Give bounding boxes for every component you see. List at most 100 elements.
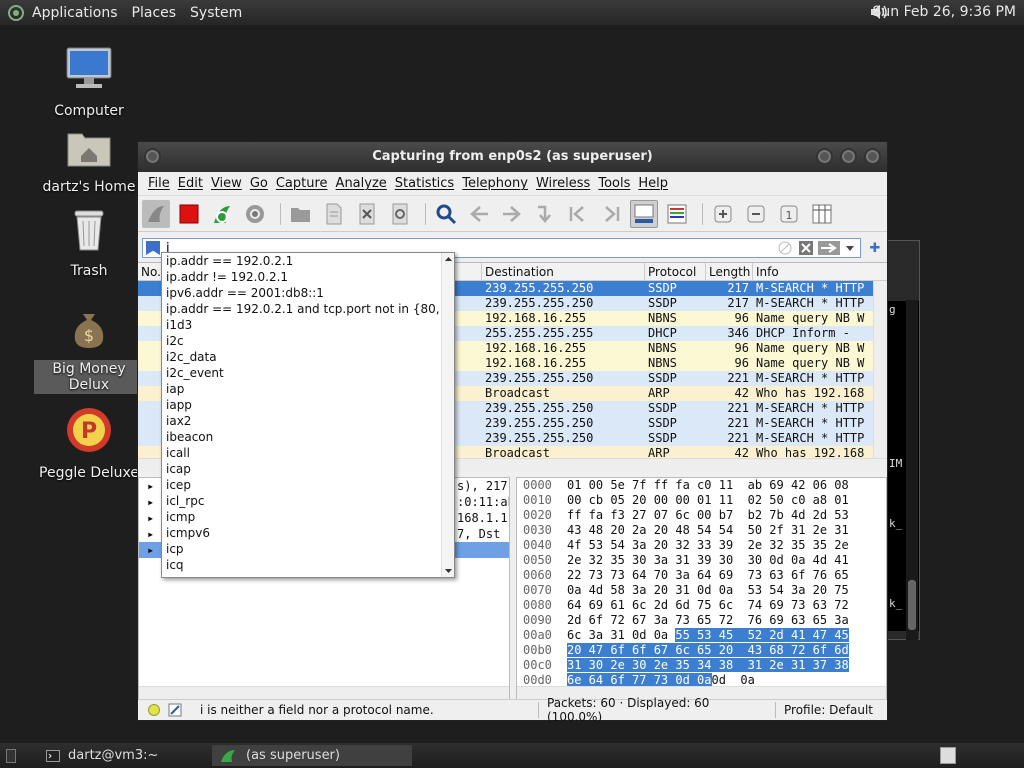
autocomplete-item[interactable]: i2c xyxy=(162,333,454,349)
column-header-no[interactable]: No. xyxy=(138,263,162,280)
menu-capture[interactable]: Capture xyxy=(276,176,328,191)
menu-go[interactable]: Go xyxy=(250,176,268,191)
hex-row[interactable]: 0070 0a 4d 58 3a 20 31 0d 0a 53 54 3a 20 … xyxy=(517,583,886,598)
gnome-foot-icon[interactable] xyxy=(8,4,24,21)
places-menu[interactable]: Places xyxy=(132,5,177,21)
hex-row[interactable]: 0050 2e 32 35 30 3a 31 39 30 30 0d 0a 4d … xyxy=(517,553,886,568)
scroll-down-icon[interactable] xyxy=(442,565,455,577)
menu-view[interactable]: View xyxy=(211,176,242,191)
close-icon[interactable] xyxy=(798,241,814,255)
desktop-icon-home[interactable]: dartz's Home xyxy=(34,128,144,196)
clock[interactable]: Sun Feb 26, 9:36 PM xyxy=(873,4,1016,20)
menu-tools[interactable]: Tools xyxy=(598,176,630,191)
menu-file[interactable]: File xyxy=(148,176,170,191)
last-packet-button[interactable] xyxy=(597,200,625,228)
go-back-button[interactable] xyxy=(465,200,493,228)
resize-columns-button[interactable] xyxy=(808,200,836,228)
go-forward-button[interactable] xyxy=(498,200,526,228)
expert-info-led-icon[interactable] xyxy=(148,704,160,716)
autocomplete-item[interactable]: icep xyxy=(162,477,454,493)
taskbar-item-terminal[interactable]: dartz@vm3:~ xyxy=(38,745,198,766)
find-packet-button[interactable] xyxy=(432,200,460,228)
desktop-icon-trash[interactable]: Trash xyxy=(34,208,144,280)
workspace-switcher[interactable] xyxy=(940,747,956,764)
autocomplete-item[interactable]: iax2 xyxy=(162,413,454,429)
desktop-icon-computer[interactable]: Computer xyxy=(34,46,144,120)
autocomplete-item[interactable]: iapp xyxy=(162,397,454,413)
autoscroll-button[interactable] xyxy=(630,199,658,228)
reload-file-button[interactable] xyxy=(386,200,414,228)
autocomplete-item[interactable]: iap xyxy=(162,381,454,397)
autocomplete-item[interactable]: icap xyxy=(162,461,454,477)
stop-capture-button[interactable] xyxy=(175,200,203,228)
autocomplete-item[interactable]: i2c_data xyxy=(162,349,454,365)
autocomplete-item[interactable]: icmpv6 xyxy=(162,525,454,541)
hex-row[interactable]: 0080 64 69 61 6c 2d 6d 75 6c 74 69 73 63 … xyxy=(517,598,886,613)
column-header-info[interactable]: Info xyxy=(753,263,873,280)
titlebar[interactable]: Capturing from enp0s2 (as superuser) xyxy=(138,142,887,172)
restart-capture-button[interactable] xyxy=(208,200,236,228)
packet-list-scrollbar[interactable] xyxy=(873,281,887,459)
system-menu[interactable]: System xyxy=(190,5,242,21)
hex-row[interactable]: 00c0 31 30 2e 30 2e 35 34 38 31 2e 31 37 … xyxy=(517,658,886,673)
autocomplete-item[interactable]: ip.addr != 192.0.2.1 xyxy=(162,269,454,285)
autocomplete-item[interactable]: i2c_event xyxy=(162,365,454,381)
hex-row[interactable]: 0060 22 73 73 64 70 3a 64 69 73 63 6f 76 … xyxy=(517,568,886,583)
capture-options-button[interactable] xyxy=(241,200,269,228)
zoom-out-button[interactable] xyxy=(742,200,770,228)
hex-row[interactable]: 0020 ff fa f3 27 07 6c 00 b7 b2 7b 4d 2d … xyxy=(517,508,886,523)
autocomplete-item[interactable]: i1d3 xyxy=(162,317,454,333)
hex-row[interactable]: 00b0 20 47 6f 6f 67 6c 65 20 43 68 72 6f … xyxy=(517,643,886,658)
column-header-protocol[interactable]: Protocol xyxy=(645,263,706,280)
packet-bytes-pane[interactable]: 0000 01 00 5e 7f ff fa c0 11 ab 69 42 06 … xyxy=(516,477,887,701)
profile-label[interactable]: Profile: Default xyxy=(784,703,873,717)
autocomplete-item[interactable]: icmp xyxy=(162,509,454,525)
clear-filter-icon[interactable] xyxy=(778,241,794,255)
hex-row[interactable]: 0040 4f 53 54 3a 20 32 33 39 2e 32 35 35 … xyxy=(517,538,886,553)
menu-telephony[interactable]: Telephony xyxy=(462,176,528,191)
add-filter-button-icon[interactable]: ✚ xyxy=(867,241,883,256)
maximize-button[interactable] xyxy=(840,148,857,165)
menu-edit[interactable]: Edit xyxy=(178,176,203,191)
autocomplete-item[interactable]: icp xyxy=(162,541,454,557)
hex-row[interactable]: 00a0 6c 3a 31 0d 0a 55 53 45 52 2d 41 47 … xyxy=(517,628,886,643)
minimize-button[interactable] xyxy=(816,148,833,165)
start-capture-button[interactable] xyxy=(142,199,170,228)
menu-statistics[interactable]: Statistics xyxy=(395,176,454,191)
details-hscrollbar[interactable] xyxy=(139,686,509,700)
menu-wireless[interactable]: Wireless xyxy=(536,176,590,191)
hex-row[interactable]: 0090 2d 6f 72 67 3a 73 65 72 76 69 63 65 … xyxy=(517,613,886,628)
terminal-scrollbar[interactable] xyxy=(906,300,918,640)
column-header-length[interactable]: Length xyxy=(706,263,753,280)
bookmark-icon[interactable] xyxy=(146,241,160,255)
zoom-in-button[interactable] xyxy=(709,200,737,228)
menu-analyze[interactable]: Analyze xyxy=(336,176,387,191)
open-file-button[interactable] xyxy=(287,200,315,228)
hex-row[interactable]: 0000 01 00 5e 7f ff fa c0 11 ab 69 42 06 … xyxy=(517,478,886,493)
autocomplete-scrollbar[interactable] xyxy=(441,253,455,577)
colorize-button[interactable] xyxy=(663,200,691,228)
window-menu-button[interactable] xyxy=(144,148,161,165)
autocomplete-item[interactable]: ipv6.addr == 2001:db8::1 xyxy=(162,285,454,301)
taskbar-item-wireshark[interactable]: (as superuser) xyxy=(212,745,412,766)
autocomplete-item[interactable]: icall xyxy=(162,445,454,461)
autocomplete-item[interactable]: ip.addr == 192.0.2.1 xyxy=(162,253,454,269)
hex-row[interactable]: 0030 43 48 20 2a 20 48 54 54 50 2f 31 2e … xyxy=(517,523,886,538)
capture-comment-icon[interactable] xyxy=(168,703,182,717)
column-header-destination[interactable]: Destination xyxy=(482,263,645,280)
chevron-down-icon[interactable] xyxy=(844,241,856,255)
menu-help[interactable]: Help xyxy=(638,176,668,191)
hex-row[interactable]: 0010 00 cb 05 20 00 00 01 11 02 50 c0 a8 … xyxy=(517,493,886,508)
autocomplete-item[interactable]: icl_rpc xyxy=(162,493,454,509)
desktop-icon-peggle[interactable]: P Peggle Deluxe xyxy=(34,406,144,482)
desktop-icon-big-money[interactable]: $ Big Money Delux xyxy=(34,310,144,394)
autocomplete-item[interactable]: ibeacon xyxy=(162,429,454,445)
scroll-up-icon[interactable] xyxy=(442,253,455,265)
close-file-button[interactable] xyxy=(353,200,381,228)
autocomplete-item[interactable]: icq xyxy=(162,557,454,573)
apply-filter-arrow-icon[interactable] xyxy=(818,241,840,255)
go-to-packet-button[interactable] xyxy=(531,200,559,228)
normal-size-button[interactable]: 1 xyxy=(775,200,803,228)
first-packet-button[interactable] xyxy=(564,200,592,228)
close-button[interactable] xyxy=(864,148,881,165)
